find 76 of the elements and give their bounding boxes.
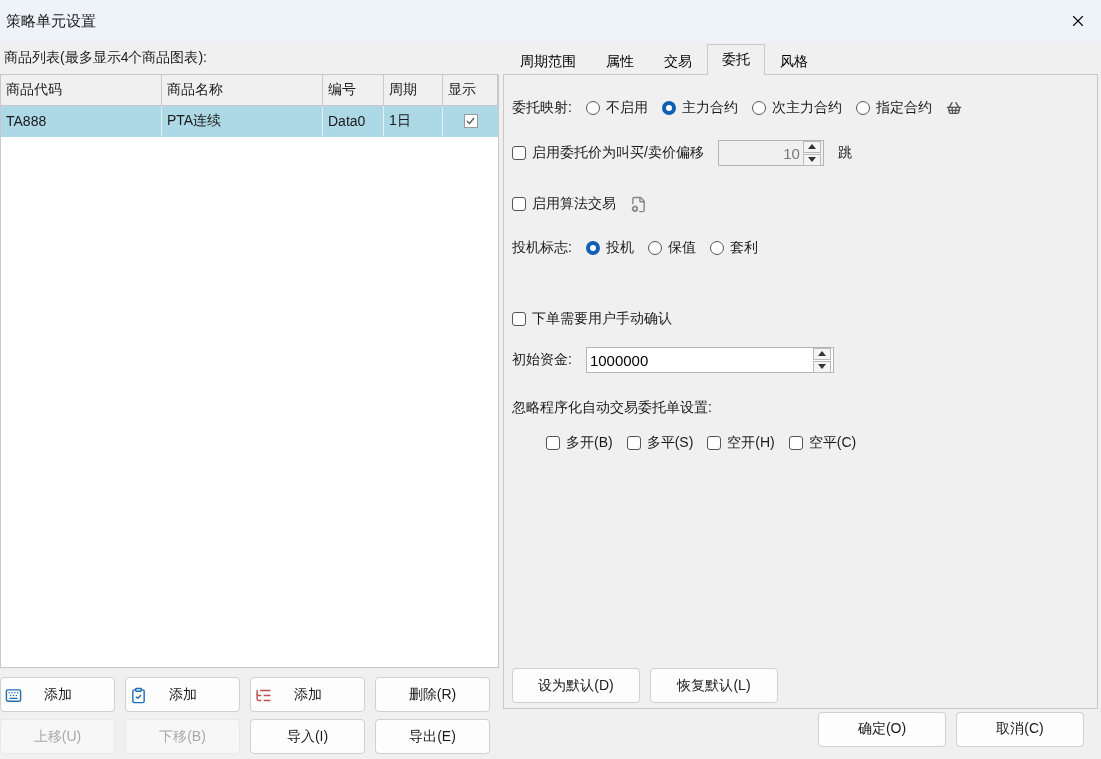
field-label: 投机标志: [512,239,572,257]
basket-icon[interactable] [945,100,962,116]
option-label[interactable]: 投机 [605,239,634,257]
checkbox-label[interactable]: 空平(C) [808,434,857,452]
up-triangle-icon [807,144,816,149]
tab[interactable]: 周期范围 [505,47,591,75]
column-header[interactable]: 商品名称 [162,75,323,105]
checkbox[interactable] [546,436,560,450]
radio-button[interactable] [751,101,766,115]
tab[interactable]: 属性 [591,47,649,75]
list-button[interactable]: 添加 [250,677,365,712]
checkbox[interactable] [512,146,526,160]
radio-button[interactable] [585,101,600,115]
checkbox-label[interactable]: 启用委托价为叫买/卖价偏移 [532,144,704,162]
checkbox-label[interactable]: 多开(B) [566,434,613,452]
spin-up-button[interactable] [802,140,821,153]
radio-button[interactable] [585,241,600,255]
checkbox-label[interactable]: 多平(S) [646,434,694,452]
checkbox[interactable] [463,114,478,128]
table-cell: PTA连续 [162,106,323,136]
checkbox[interactable] [626,436,641,450]
radio-button[interactable] [709,241,724,255]
spin-down-button[interactable] [812,360,831,373]
spin-up-button[interactable] [812,347,831,360]
panel-button[interactable]: 设为默认(D) [512,668,640,703]
tree-list-icon [255,687,272,704]
table-cell: Data0 [323,106,384,136]
list-button[interactable]: 导出(E) [375,719,490,754]
column-header[interactable]: 编号 [323,75,384,105]
keyboard-icon [5,687,22,704]
option-label[interactable]: 不启用 [605,99,648,117]
checkbox[interactable] [707,436,722,450]
list-label: 商品列表(最多显示4个商品图表): [3,48,208,67]
list-button[interactable]: 添加 [125,677,240,712]
option-label[interactable]: 次主力合约 [771,99,842,117]
checkbox-label[interactable]: 启用算法交易 [532,195,616,213]
table-cell: TA888 [1,106,162,136]
section-label: 忽略程序化自动交易委托单设置: [512,399,712,417]
checkbox[interactable] [512,312,526,326]
spin-down-button[interactable] [802,153,821,166]
radio-button[interactable] [855,101,870,115]
table-cell: 1日 [384,106,443,136]
dialog-button[interactable]: 确定(O) [818,711,946,747]
checkbox-label[interactable]: 空开(H) [727,434,775,452]
list-button[interactable]: 导入(I) [250,719,365,754]
tab[interactable]: 风格 [765,47,823,75]
list-button[interactable]: 添加 [0,677,115,712]
option-label[interactable]: 主力合约 [681,99,738,117]
column-header[interactable]: 商品代码 [1,75,162,105]
number-spinner[interactable]: 10 [717,140,824,166]
option-label[interactable]: 指定合约 [875,99,932,117]
window-title: 策略单元设置 [6,11,96,31]
down-triangle-icon [817,364,826,369]
checkbox-label[interactable]: 下单需要用户手动确认 [532,310,672,328]
checkbox[interactable] [788,436,803,450]
checkbox[interactable] [512,197,526,211]
field-label: 初始资金: [512,351,572,369]
option-label[interactable]: 套利 [729,239,758,257]
clipboard-icon [130,687,147,704]
up-triangle-icon [817,351,826,356]
unit-label: 跳 [837,144,852,162]
radio-button[interactable] [647,241,662,255]
list-button[interactable]: 删除(R) [375,677,490,712]
column-header[interactable]: 周期 [384,75,443,105]
table-row[interactable]: TA888 PTA连续 Data0 1日 [1,106,498,137]
tab[interactable]: 交易 [649,47,707,75]
field-label: 委托映射: [512,99,572,117]
radio-button[interactable] [661,101,676,115]
document-gear-icon[interactable] [630,195,647,213]
tab[interactable]: 委托 [707,44,765,75]
number-spinner[interactable]: 1000000 [585,347,834,373]
panel-button[interactable]: 恢复默认(L) [650,668,778,703]
down-triangle-icon [807,157,816,162]
column-header[interactable]: 显示 [443,75,498,105]
dialog-button[interactable]: 取消(C) [956,711,1084,747]
option-label[interactable]: 保值 [667,239,696,257]
